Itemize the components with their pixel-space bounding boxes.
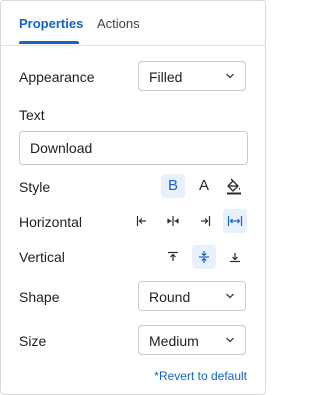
size-select[interactable]: Medium (138, 325, 246, 355)
align-top-icon (168, 251, 178, 261)
vertical-label: Vertical (19, 249, 65, 265)
bold-icon: B (167, 177, 178, 194)
horizontal-label: Horizontal (19, 214, 83, 230)
align-center-button[interactable] (161, 209, 185, 233)
tab-bar: Properties Actions (1, 1, 265, 46)
align-top-button[interactable] (161, 245, 185, 269)
appearance-value: Filled (149, 69, 183, 85)
shape-label: Shape (19, 289, 60, 305)
align-middle-icon (199, 251, 209, 263)
size-label: Size (19, 333, 47, 349)
paint-bucket-icon (227, 178, 241, 195)
text-color-button[interactable]: A (192, 174, 216, 198)
appearance-label: Appearance (19, 69, 95, 85)
shape-select[interactable]: Round (138, 281, 246, 311)
text-label: Text (19, 107, 45, 123)
bold-button[interactable]: B (161, 174, 185, 198)
properties-panel: Properties Actions Appearance Filled Tex… (0, 0, 266, 395)
stretch-horizontal-icon (227, 216, 243, 226)
align-right-button[interactable] (193, 209, 217, 233)
fill-color-button[interactable] (222, 174, 246, 198)
align-center-horizontal-icon (167, 216, 179, 226)
text-color-icon: A (198, 177, 209, 194)
tab-properties[interactable]: Properties (19, 16, 83, 32)
appearance-select[interactable]: Filled (138, 61, 246, 91)
align-left-button[interactable] (130, 209, 154, 233)
chevron-down-icon (226, 293, 234, 299)
chevron-down-icon (226, 73, 234, 79)
align-left-icon (136, 216, 146, 226)
stretch-horizontal-button[interactable] (223, 209, 247, 233)
style-label: Style (19, 179, 51, 195)
revert-to-default-link[interactable]: *Revert to default (154, 369, 247, 383)
align-bottom-icon (230, 253, 240, 263)
tab-actions[interactable]: Actions (97, 16, 140, 32)
align-right-icon (201, 216, 211, 226)
text-input[interactable] (19, 131, 248, 165)
size-value: Medium (149, 333, 199, 349)
active-tab-indicator (19, 41, 79, 44)
chevron-down-icon (226, 337, 234, 343)
align-middle-button[interactable] (192, 245, 216, 269)
align-bottom-button[interactable] (223, 245, 247, 269)
shape-value: Round (149, 289, 191, 305)
